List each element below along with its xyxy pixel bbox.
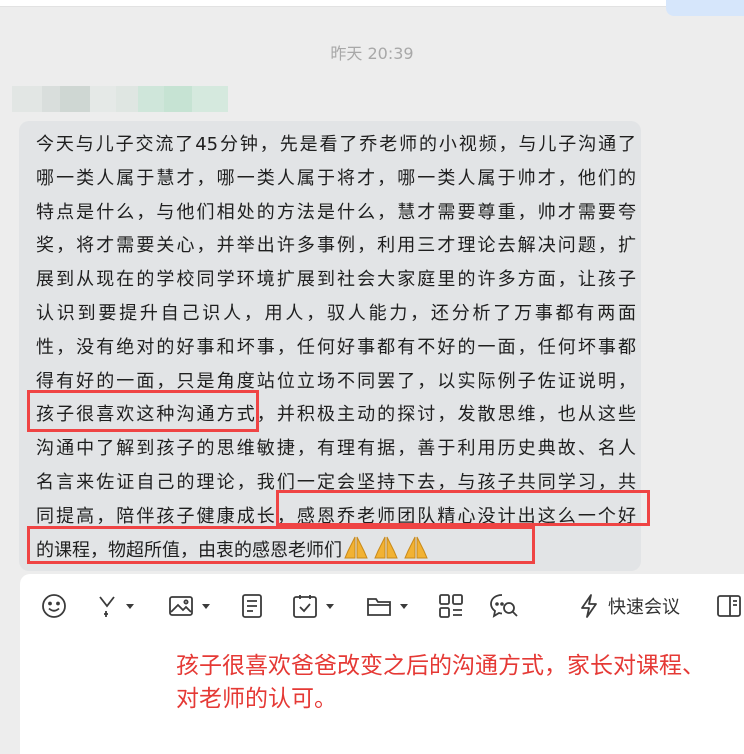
sidebar-icon[interactable] — [716, 590, 742, 622]
quick-meeting-button[interactable]: 快速会议 — [578, 590, 680, 622]
chevron-down-icon — [202, 603, 210, 609]
message-line: 特点是什么，与他们相处的方法是什么，慧才需要尊重，帅才需要夸 — [36, 201, 636, 223]
image-icon — [168, 593, 194, 619]
message-line: 认识到要提升自己识人，用人，驭人能力，还分析了万事都有两面 — [36, 302, 636, 324]
message-line: 哪一类人属于慧才，哪一类人属于将才，哪一类人属于帅才，他们的 — [36, 167, 636, 189]
image-button[interactable] — [168, 590, 210, 622]
message-line: 奖，将才需要关心，并举出许多事例，利用三才理论去解决问题，扩 — [36, 235, 636, 257]
message-line: 孩子很喜欢这种沟通方式，并积极主动的探讨，发散思维，也从这些 — [36, 404, 636, 426]
message-line: 名言来佐证自己的理论，我们一定会坚持下去，与孩子共同学习，共 — [36, 471, 636, 493]
message-line: 今天与儿子交流了45分钟，先是看了乔老师的小视频，与儿子沟通了 — [36, 134, 636, 155]
chat-search-icon[interactable] — [489, 590, 519, 622]
lightning-icon — [578, 593, 600, 619]
quick-meeting-label: 快速会议 — [608, 597, 680, 618]
document-icon[interactable] — [240, 590, 264, 622]
folded-hands-icon — [342, 536, 370, 560]
sender-name-blurred — [12, 86, 228, 112]
apps-icon[interactable] — [438, 590, 464, 622]
chevron-down-icon — [126, 603, 134, 609]
emoji-icon[interactable] — [41, 590, 67, 622]
previous-message-bubble[interactable] — [666, 0, 744, 16]
annotation-text: 孩子很喜欢爸爸改变之后的沟通方式，家长对课程、对老师的认可。 — [176, 653, 705, 712]
chevron-down-icon — [400, 603, 408, 609]
folder-button[interactable] — [366, 590, 408, 622]
message-line: 同提高，陪伴孩子健康成长，感恩乔老师团队精心没计出这么一个好 — [36, 505, 636, 527]
task-icon — [292, 593, 318, 619]
scissors-icon — [96, 593, 118, 619]
message-line: 得有好的一面，只是角度站位立场不同罢了，以实际例子佐证说明， — [36, 370, 636, 392]
folded-hands-icon — [402, 536, 430, 560]
message-line: 性，没有绝对的好事和坏事，任何好事都有不好的一面，任何坏事都 — [36, 336, 636, 358]
message-timestamp: 昨天 20:39 — [330, 44, 414, 63]
screenshot-button[interactable] — [96, 590, 134, 622]
message-line: 展到从现在的学校同学环境扩展到社会大家庭里的许多方面，让孩子 — [36, 269, 636, 291]
message-line: 沟通中了解到孩子的思维敏捷，有理有据，善于利用历史典故、名人 — [36, 438, 636, 460]
chevron-down-icon — [326, 603, 334, 609]
message-text: 今天与儿子交流了45分钟，先是看了乔老师的小视频，与儿子沟通了 哪一类人属于慧才… — [36, 128, 636, 567]
folder-icon — [366, 593, 392, 619]
message-line-text: 的课程，物超所值，由衷的感恩老师们 — [36, 539, 342, 561]
message-line-last: 的课程，物超所值，由衷的感恩老师们 — [36, 534, 636, 568]
top-divider — [0, 0, 744, 7]
folded-hands-icon — [372, 536, 400, 560]
emoji-group — [342, 536, 432, 561]
task-button[interactable] — [292, 590, 334, 622]
